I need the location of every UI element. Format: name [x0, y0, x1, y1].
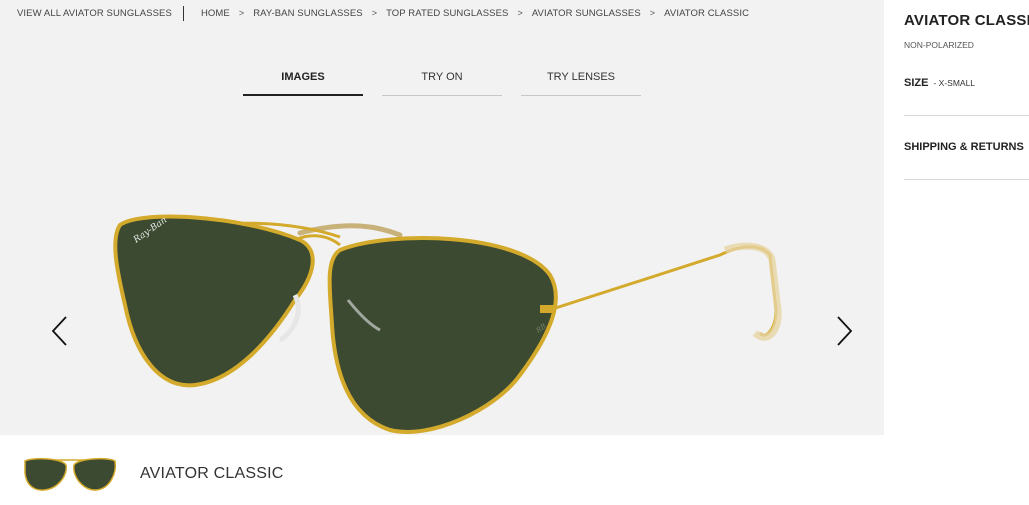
tab-try-lenses[interactable]: TRY LENSES — [521, 70, 641, 96]
divider — [904, 115, 1029, 116]
breadcrumb-arrow-icon: > — [371, 8, 378, 18]
size-selector[interactable]: SIZE - X-SMALL — [904, 77, 975, 89]
product-thumbnail[interactable] — [22, 455, 118, 495]
product-gallery: VIEW ALL AVIATOR SUNGLASSES HOME > RAY-B… — [0, 0, 884, 435]
right-lens — [327, 236, 558, 434]
breadcrumb-divider — [182, 5, 184, 21]
breadcrumb-arrow-icon: > — [517, 8, 523, 18]
thumb-left-lens — [24, 457, 67, 491]
size-label: SIZE — [904, 77, 929, 89]
breadcrumb-current: AVIATOR CLASSIC — [664, 7, 750, 19]
thumbnail-title: AVIATOR CLASSIC — [140, 465, 284, 482]
breadcrumb-home[interactable]: HOME — [201, 8, 230, 19]
breadcrumb-arrow-icon: > — [649, 8, 656, 18]
divider — [904, 179, 1029, 180]
temple-right — [539, 245, 778, 337]
left-lens — [113, 214, 315, 388]
chevron-left-icon[interactable] — [50, 315, 70, 347]
shipping-returns-accordion[interactable]: SHIPPING & RETURNS — [904, 141, 1024, 153]
chevron-right-icon[interactable] — [834, 315, 854, 347]
product-info-panel: AVIATOR CLASSIC NON-POLARIZED SIZE - X-S… — [904, 0, 1029, 505]
view-all-aviator-link[interactable]: VIEW ALL AVIATOR SUNGLASSES — [17, 8, 172, 19]
product-title: AVIATOR CLASSIC — [904, 12, 1029, 29]
breadcrumb-arrow-icon: > — [238, 8, 245, 18]
thumb-right-lens — [73, 457, 117, 491]
size-value: - X-SMALL — [933, 78, 976, 88]
product-image: Ray-Ban RB — [113, 214, 782, 434]
gallery-tabs: IMAGES TRY ON TRY LENSES — [243, 70, 660, 96]
temple-tip — [723, 242, 782, 341]
breadcrumb-top-rated[interactable]: TOP RATED SUNGLASSES — [386, 8, 508, 19]
hinge — [540, 305, 554, 313]
product-subtitle: NON-POLARIZED — [904, 40, 974, 50]
thumbnail-strip — [0, 435, 884, 505]
breadcrumb: VIEW ALL AVIATOR SUNGLASSES HOME > RAY-B… — [17, 5, 750, 21]
breadcrumb-aviator-sunglasses[interactable]: AVIATOR SUNGLASSES — [532, 8, 641, 19]
breadcrumb-ray-ban-sunglasses[interactable]: RAY-BAN SUNGLASSES — [253, 8, 363, 19]
tab-images[interactable]: IMAGES — [243, 70, 363, 96]
tab-try-on[interactable]: TRY ON — [382, 70, 502, 96]
